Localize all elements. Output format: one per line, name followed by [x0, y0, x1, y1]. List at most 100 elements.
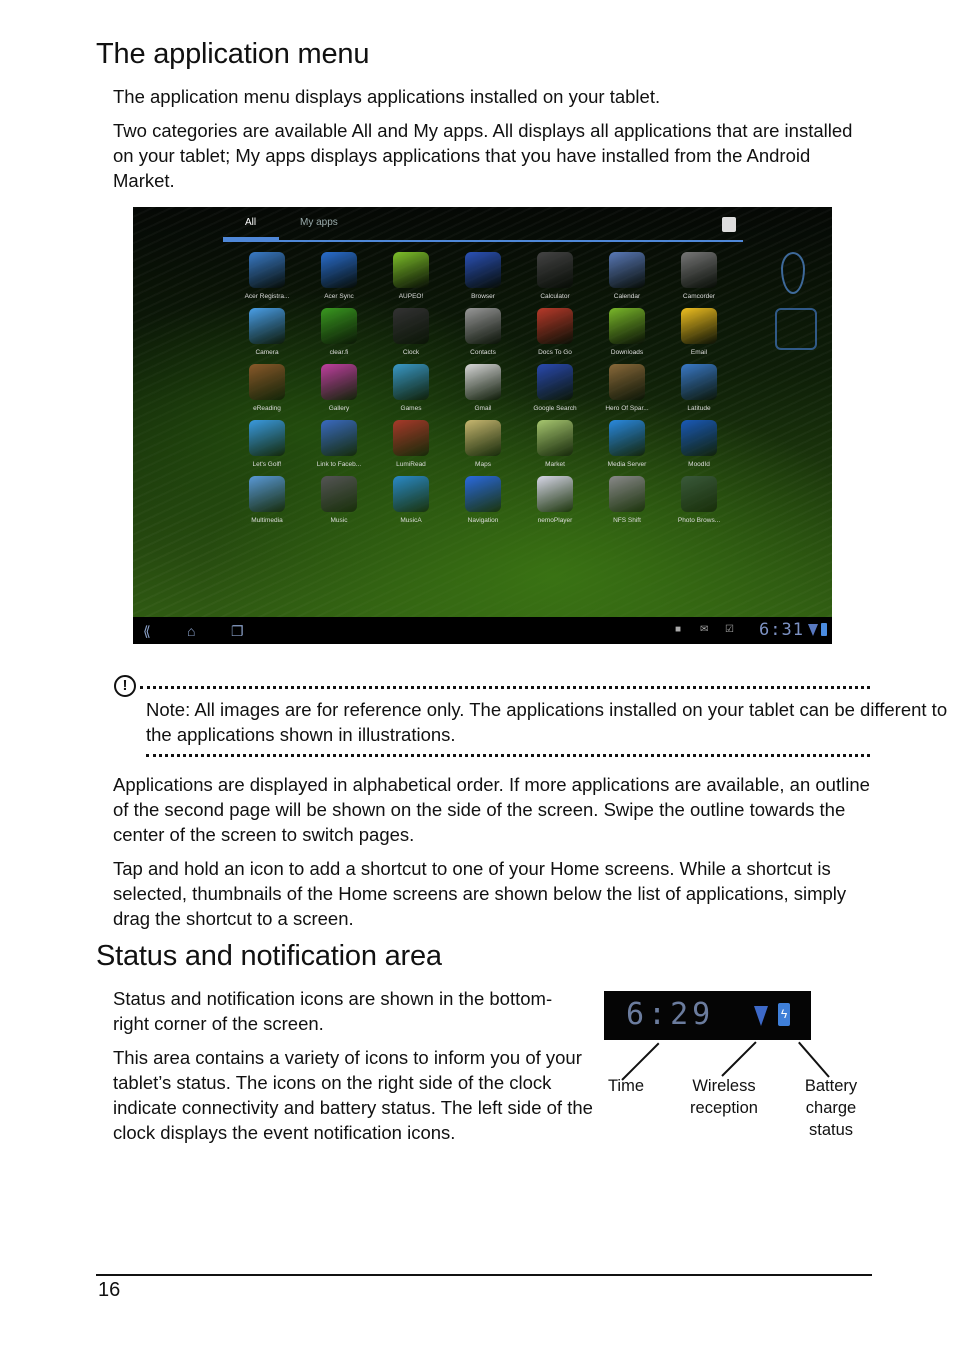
app-icon-let-s-golf[interactable]: Let's Golf! — [231, 420, 303, 468]
app-label: Latitude — [687, 405, 711, 412]
app-glyph-icon — [465, 308, 501, 344]
app-icon-calculator[interactable]: Calculator — [519, 252, 591, 300]
android-debug-icon[interactable]: ■ — [675, 624, 681, 635]
app-icon-moodid[interactable]: MoodId — [663, 420, 735, 468]
app-glyph-icon — [537, 252, 573, 288]
app-label: Downloads — [610, 349, 644, 356]
app-glyph-icon — [465, 420, 501, 456]
app-glyph-icon — [465, 252, 501, 288]
app-icon-acer-sync[interactable]: Acer Sync — [303, 252, 375, 300]
second-page-outline[interactable] — [775, 308, 817, 350]
app-glyph-icon — [609, 252, 645, 288]
app-label: Link to Faceb... — [316, 461, 362, 468]
app-glyph-icon — [321, 476, 357, 512]
app-icon-downloads[interactable]: Downloads — [591, 308, 663, 356]
note-body: All images are for reference only. The a… — [146, 699, 948, 745]
market-update-icon[interactable]: ☑ — [725, 624, 734, 635]
app-icon-nemoplayer[interactable]: nemoPlayer — [519, 476, 591, 524]
app-glyph-icon — [609, 364, 645, 400]
app-icon-ereading[interactable]: eReading — [231, 364, 303, 412]
app-icon-link-to-faceb[interactable]: Link to Faceb... — [303, 420, 375, 468]
keyword: All — [492, 120, 514, 141]
app-icon-multimedia[interactable]: Multimedia — [231, 476, 303, 524]
keyword: All — [351, 120, 373, 141]
text-run: Two categories are available — [113, 120, 352, 141]
app-icon-photo-brows[interactable]: Photo Brows... — [663, 476, 735, 524]
caption-wireless: Wireless reception — [690, 1077, 758, 1117]
app-label: Calendar — [613, 293, 641, 300]
app-label: Camera — [255, 349, 279, 356]
app-glyph-icon — [393, 308, 429, 344]
app-label: Let's Golf! — [252, 461, 282, 468]
footer-rule — [96, 1274, 872, 1276]
status-area-image: 6:29 ϟ — [604, 991, 811, 1040]
app-label: Multimedia — [251, 517, 283, 524]
app-icon-calendar[interactable]: Calendar — [591, 252, 663, 300]
paragraph-shortcut: Tap and hold an icon to add a shortcut t… — [113, 858, 847, 929]
note-warning-icon: ! — [114, 675, 136, 697]
app-tabs: All My apps — [222, 207, 743, 242]
app-glyph-icon — [393, 420, 429, 456]
app-icon-camcorder[interactable]: Camcorder — [663, 252, 735, 300]
app-icon-lumiread[interactable]: LumiRead — [375, 420, 447, 468]
app-label: Navigation — [467, 517, 499, 524]
app-icon-music[interactable]: Music — [303, 476, 375, 524]
divider-dotted — [146, 754, 870, 757]
app-label: AUPEO! — [398, 293, 424, 300]
app-icon-browser[interactable]: Browser — [447, 252, 519, 300]
app-label: Camcorder — [682, 293, 716, 300]
app-icon-clear-fi[interactable]: clear.fi — [303, 308, 375, 356]
app-icon-games[interactable]: Games — [375, 364, 447, 412]
clock[interactable]: 6:31 — [759, 620, 804, 640]
app-icon-nfs-shift[interactable]: NFS Shift — [591, 476, 663, 524]
note-text: Note: All images are for reference only.… — [146, 697, 954, 747]
wireless-signal-icon — [808, 624, 818, 636]
app-icon-google-search[interactable]: Google Search — [519, 364, 591, 412]
app-glyph-icon — [249, 476, 285, 512]
back-icon[interactable]: ⟪ — [143, 623, 151, 640]
arrow-icon — [798, 1041, 830, 1078]
app-glyph-icon — [681, 364, 717, 400]
paragraph-alphabetical: Applications are displayed in alphabetic… — [113, 774, 870, 845]
app-icon-aupeo[interactable]: AUPEO! — [375, 252, 447, 300]
app-label: Acer Sync — [324, 293, 354, 300]
app-glyph-icon — [609, 308, 645, 344]
app-label: Gmail — [474, 405, 492, 412]
app-label: Games — [400, 405, 422, 412]
app-glyph-icon — [249, 364, 285, 400]
page-number: 16 — [98, 1279, 121, 1301]
market-icon[interactable] — [722, 217, 736, 232]
tab-all[interactable]: All — [222, 217, 280, 240]
app-glyph-icon — [321, 364, 357, 400]
app-icon-navigation[interactable]: Navigation — [447, 476, 519, 524]
app-label: LumiRead — [396, 461, 426, 468]
app-icon-hero-of-spar[interactable]: Hero Of Spar... — [591, 364, 663, 412]
app-label: MoodId — [688, 461, 710, 468]
app-icon-email[interactable]: Email — [663, 308, 735, 356]
system-bar: ⟪ ⌂ ❐ ■ ✉ ☑ 6:31 — [133, 617, 832, 644]
app-label: Email — [690, 349, 708, 356]
app-label: nemoPlayer — [537, 517, 573, 524]
gmail-notification-icon[interactable]: ✉ — [700, 624, 708, 635]
app-label: Calculator — [540, 293, 570, 300]
app-icon-market[interactable]: Market — [519, 420, 591, 468]
app-icon-clock[interactable]: Clock — [375, 308, 447, 356]
home-icon[interactable]: ⌂ — [187, 623, 195, 639]
app-icon-media-server[interactable]: Media Server — [591, 420, 663, 468]
app-label: clear.fi — [329, 349, 349, 356]
app-icon-latitude[interactable]: Latitude — [663, 364, 735, 412]
app-icon-docs-to-go[interactable]: Docs To Go — [519, 308, 591, 356]
text-run: and — [372, 120, 414, 141]
paragraph: The application menu displays applicatio… — [113, 86, 661, 107]
app-icon-gmail[interactable]: Gmail — [447, 364, 519, 412]
tab-my-apps[interactable]: My apps — [300, 217, 338, 228]
app-icon-acer-registra[interactable]: Acer Registra... — [231, 252, 303, 300]
app-icon-musica[interactable]: MusicA — [375, 476, 447, 524]
app-glyph-icon — [465, 476, 501, 512]
app-icon-gallery[interactable]: Gallery — [303, 364, 375, 412]
recent-apps-icon[interactable]: ❐ — [231, 623, 244, 640]
app-glyph-icon — [537, 364, 573, 400]
app-icon-maps[interactable]: Maps — [447, 420, 519, 468]
app-icon-camera[interactable]: Camera — [231, 308, 303, 356]
app-icon-contacts[interactable]: Contacts — [447, 308, 519, 356]
